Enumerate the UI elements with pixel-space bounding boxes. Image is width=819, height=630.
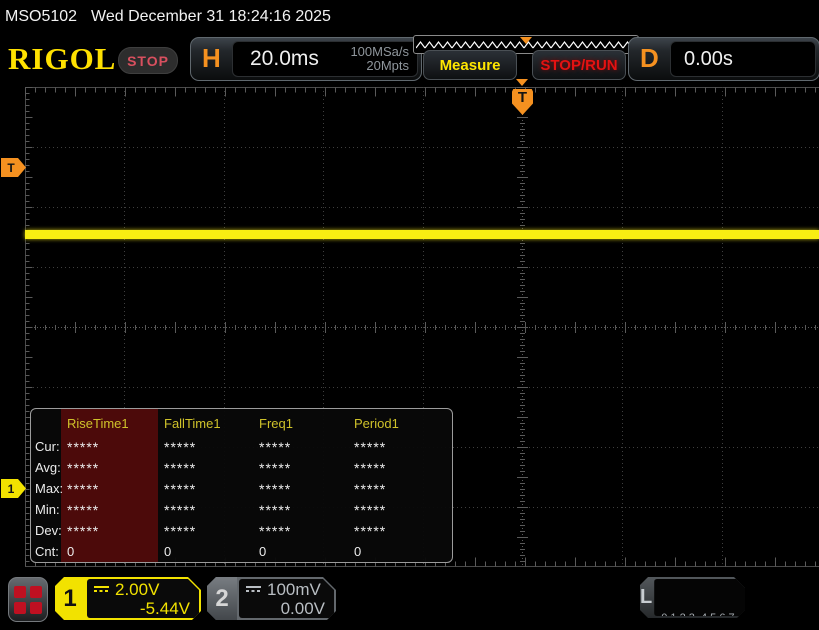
column-header-period1[interactable]: Period1 [348, 410, 444, 436]
channel2-offset: 0.00V [280, 598, 325, 618]
ch1-waveform-trace [25, 230, 819, 239]
table-cell: ***** [259, 480, 292, 497]
table-cell: ***** [164, 522, 197, 539]
table-cell: ***** [259, 501, 292, 518]
table-cell: ***** [354, 459, 387, 476]
oscilloscope-screen: MSO5102 Wed December 31 18:24:16 2025 RI… [0, 0, 819, 630]
column-header-freq1[interactable]: Freq1 [253, 410, 348, 436]
table-cell: ***** [164, 501, 197, 518]
table-cell: ***** [259, 438, 292, 455]
apps-grid-button[interactable] [8, 577, 48, 622]
horizontal-label: H [202, 43, 221, 73]
table-cell: ***** [259, 459, 292, 476]
table-cell: 0 [67, 544, 75, 559]
record-position-marker-icon[interactable] [520, 37, 532, 44]
digital-channels-row1: 0 1 2 3 4 5 6 7 [661, 612, 735, 624]
channel1-widget[interactable]: 1 2.00V -5.44V [55, 577, 201, 620]
channel1-scale: 2.00V [115, 579, 160, 599]
table-cell: ***** [259, 522, 292, 539]
table-cell: ***** [164, 438, 197, 455]
datetime: Wed December 31 18:24:16 2025 [91, 7, 331, 25]
channel1-offset: -5.44V [139, 598, 190, 618]
row-label-max: Max: [35, 481, 64, 496]
logic-analyzer-label: L [640, 586, 653, 608]
delay-value: 0.00s [684, 47, 733, 70]
digital-channel-list: 0 1 2 3 4 5 6 7 8 9 1011 12131415 [654, 579, 761, 616]
measure-button[interactable]: Measure [423, 50, 517, 80]
row-label-dev: Dev: [35, 523, 62, 538]
row-label-min: Min: [35, 502, 60, 517]
table-cell: ***** [67, 501, 100, 518]
rigol-logo: RIGOL [8, 41, 117, 76]
toolbar: RIGOL STOP H 20.0ms 100MSa/s 20Mpts Meas… [0, 33, 819, 83]
row-label-cur: Cur: [35, 439, 60, 454]
channel2-scale: 100mV [267, 579, 321, 599]
logic-analyzer-widget[interactable]: L 0 1 2 3 4 5 6 7 8 9 1011 12131415 [640, 577, 745, 618]
column-header-risetime1[interactable]: RiseTime1 [61, 410, 158, 436]
table-corner [31, 410, 61, 436]
table-cell: ***** [164, 459, 197, 476]
table-cell: ***** [67, 522, 100, 539]
table-cell: 0 [164, 544, 172, 559]
acquisition-info: 100MSa/s 20Mpts [350, 45, 409, 73]
table-cell: ***** [164, 480, 197, 497]
delay-panel[interactable]: D 0.00s [628, 37, 819, 81]
horizontal-settings-panel[interactable]: H 20.0ms 100MSa/s 20Mpts [190, 37, 422, 81]
apps-grid-icon [14, 585, 42, 614]
timebase-value: 20.0ms [250, 47, 319, 70]
row-label-cnt: Cnt: [35, 544, 59, 559]
channel1-number: 1 [63, 584, 77, 612]
memory-depth: 20Mpts [366, 58, 409, 73]
table-cell: 0 [259, 544, 267, 559]
dc-coupling-icon [94, 586, 109, 592]
sample-rate: 100MSa/s [350, 44, 409, 59]
model-name: MSO5102 [5, 7, 78, 25]
table-cell: 0 [354, 544, 362, 559]
dc-coupling-icon [246, 586, 261, 592]
channel1-values: 2.00V -5.44V [87, 579, 199, 618]
channel2-widget[interactable]: 2 100mV 0.00V [207, 577, 336, 620]
table-cell: ***** [354, 501, 387, 518]
trigger-position-triangle-icon [516, 79, 528, 86]
column-header-falltime1[interactable]: FallTime1 [158, 410, 253, 436]
horizontal-values: 20.0ms 100MSa/s 20Mpts [232, 41, 418, 77]
delay-label: D [640, 43, 659, 73]
table-cell: ***** [67, 438, 100, 455]
row-label-avg: Avg: [35, 460, 61, 475]
run-state-badge[interactable]: STOP [118, 47, 178, 74]
table-cell: ***** [67, 459, 100, 476]
table-cell: ***** [354, 438, 387, 455]
stop-run-button[interactable]: STOP/RUN [532, 50, 626, 80]
trigger-level-marker[interactable]: T [1, 158, 26, 177]
table-cell: ***** [354, 522, 387, 539]
channel2-values: 100mV 0.00V [239, 579, 334, 618]
delay-values: 0.00s [670, 41, 816, 77]
measurement-table: RiseTime1 FallTime1 Freq1 Period1 Cur: *… [30, 408, 453, 563]
status-bar: MSO5102 Wed December 31 18:24:16 2025 [0, 0, 819, 33]
table-cell: ***** [354, 480, 387, 497]
ch1-ground-marker[interactable]: 1 [1, 479, 26, 498]
channel2-number: 2 [207, 577, 237, 620]
table-cell: ***** [67, 480, 100, 497]
